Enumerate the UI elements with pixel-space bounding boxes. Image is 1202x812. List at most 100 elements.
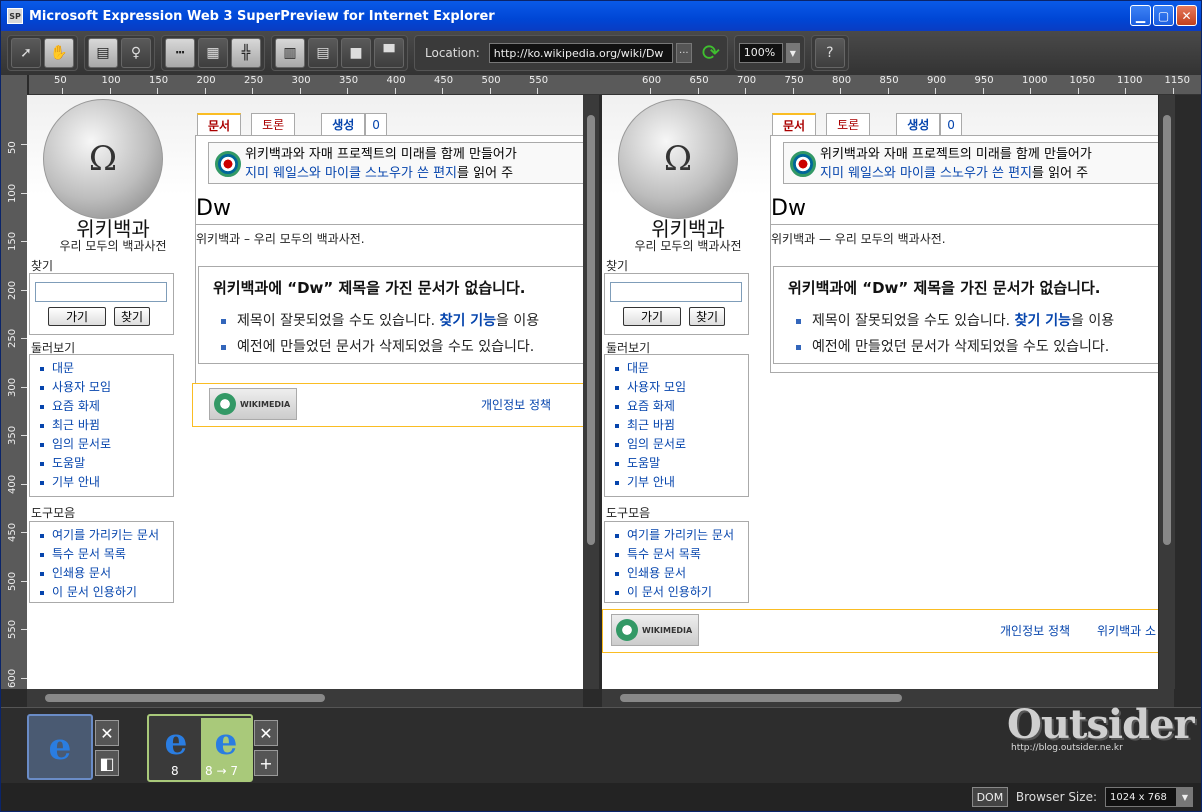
nav-item[interactable]: 임의 문서로 bbox=[30, 435, 173, 454]
baseline-browser-pane[interactable]: Ω 위키백과 우리 모두의 백과사전 찾기 가기 찾기 둘러보기 대문 사용자 … bbox=[27, 95, 583, 689]
maximize-button[interactable]: ▢ bbox=[1153, 5, 1174, 26]
tab-create[interactable]: 생성 bbox=[321, 113, 366, 135]
baseline-browser-thumb[interactable]: e bbox=[27, 714, 93, 780]
remove-browser-button[interactable]: ✕ bbox=[254, 720, 278, 746]
left-horizontal-scrollbar[interactable] bbox=[27, 689, 583, 707]
ie8-to-ie7-thumb[interactable]: e 8 → 7 bbox=[201, 718, 251, 780]
ruler-v-label: 100 bbox=[7, 183, 18, 203]
tools-item[interactable]: 여기를 가리키는 문서 bbox=[30, 526, 173, 545]
nav-item[interactable]: 대문 bbox=[30, 359, 173, 378]
search-feature-link[interactable]: 찾기 기능 bbox=[1015, 313, 1071, 329]
ruler-v-label: 400 bbox=[7, 474, 18, 494]
ruler-h-label: 350 bbox=[339, 75, 359, 86]
tools-item[interactable]: 특수 문서 목록 bbox=[605, 545, 748, 564]
wikipedia-globe-icon[interactable]: Ω bbox=[43, 99, 163, 219]
nav-item[interactable]: 도움말 bbox=[30, 454, 173, 473]
chevron-down-icon[interactable]: ▼ bbox=[785, 43, 800, 63]
tools-item[interactable]: 여기를 가리키는 문서 bbox=[605, 526, 748, 545]
tab-article[interactable]: 문서 bbox=[772, 113, 817, 135]
tab-talk[interactable]: 토론 bbox=[251, 113, 296, 135]
tools-label: 도구모음 bbox=[31, 506, 76, 520]
chevron-down-icon[interactable]: ▼ bbox=[1177, 787, 1193, 807]
page-layout-icon[interactable]: ▤ bbox=[88, 38, 118, 68]
help-icon[interactable]: ? bbox=[814, 38, 845, 68]
notice-link[interactable]: 지미 웨일스와 마이클 스노우가 쓴 편지 bbox=[820, 166, 1032, 181]
tools-item[interactable]: 이 문서 인용하기 bbox=[30, 583, 173, 602]
right-vertical-scrollbar[interactable] bbox=[1159, 95, 1175, 689]
ruler-v-label: 450 bbox=[7, 522, 18, 542]
go-button[interactable]: 가기 bbox=[623, 307, 681, 326]
notice-link[interactable]: 지미 웨일스와 마이클 스노우가 쓴 편지 bbox=[245, 166, 457, 181]
refresh-icon[interactable]: ⟳ bbox=[699, 41, 723, 66]
search-input[interactable] bbox=[35, 282, 167, 302]
nav-item[interactable]: 기부 안내 bbox=[605, 473, 748, 492]
nav-item[interactable]: 사용자 모임 bbox=[605, 378, 748, 397]
about-link[interactable]: 위키백과 소 bbox=[1097, 622, 1156, 639]
pan-hand-icon[interactable]: ✋ bbox=[44, 38, 74, 68]
nav-item[interactable]: 요즘 화제 bbox=[605, 397, 748, 416]
nav-item[interactable]: 기부 안내 bbox=[30, 473, 173, 492]
stacked-icon[interactable]: ▤ bbox=[308, 38, 338, 68]
baseline-swap-icon[interactable]: ◧ bbox=[95, 750, 119, 776]
location-group: Location: http://ko.wikipedia.org/wiki/D… bbox=[414, 35, 728, 71]
dom-button[interactable]: DOM bbox=[971, 787, 1008, 807]
ruler-h-label: 250 bbox=[244, 75, 264, 86]
ruler-v-label: 50 bbox=[7, 141, 18, 154]
search-button[interactable]: 찾기 bbox=[114, 307, 150, 326]
wikipedia-globe-icon[interactable]: Ω bbox=[618, 99, 738, 219]
search-portlet: 가기 찾기 bbox=[604, 273, 749, 335]
wikimedia-project-badge[interactable]: WIKIMEDIA bbox=[611, 614, 699, 646]
zoom-select[interactable]: 100% bbox=[738, 43, 783, 63]
page-footer: WIKIMEDIA 개인정보 정책 위키백과 소 bbox=[602, 609, 1158, 653]
side-by-side-icon[interactable]: ▥ bbox=[275, 38, 305, 68]
nav-item[interactable]: 최근 바뀜 bbox=[605, 416, 748, 435]
wiki-logo-subtitle: 우리 모두의 백과사전 bbox=[59, 239, 167, 253]
add-browser-button[interactable]: + bbox=[254, 750, 278, 776]
tools-item[interactable]: 인쇄용 문서 bbox=[605, 564, 748, 583]
close-button[interactable]: ✕ bbox=[1176, 5, 1197, 26]
ie8-thumb[interactable]: e 8 bbox=[151, 718, 201, 780]
nav-item[interactable]: 대문 bbox=[605, 359, 748, 378]
pointer-icon[interactable]: ➚ bbox=[11, 38, 41, 68]
guides-icon[interactable]: ╬ bbox=[231, 38, 261, 68]
search-feature-link[interactable]: 찾기 기능 bbox=[440, 313, 496, 329]
left-vertical-scrollbar[interactable] bbox=[583, 95, 599, 689]
tab-count[interactable]: 0 bbox=[365, 113, 387, 135]
privacy-link[interactable]: 개인정보 정책 bbox=[481, 396, 551, 413]
go-button[interactable]: 가기 bbox=[48, 307, 106, 326]
location-input[interactable]: http://ko.wikipedia.org/wiki/Dw bbox=[488, 43, 673, 63]
ruler-h-tick bbox=[394, 88, 396, 94]
nav-item[interactable]: 요즘 화제 bbox=[30, 397, 173, 416]
privacy-link[interactable]: 개인정보 정책 bbox=[1000, 622, 1070, 639]
baseline-close-button[interactable]: ✕ bbox=[95, 720, 119, 746]
ruler-h-tick bbox=[204, 88, 206, 94]
nav-item[interactable]: 최근 바뀜 bbox=[30, 416, 173, 435]
notice-line1: 위키백과와 자매 프로젝트의 미래를 함께 만들어가 bbox=[245, 147, 517, 162]
search-button[interactable]: 찾기 bbox=[689, 307, 725, 326]
minimize-button[interactable]: ▁ bbox=[1130, 5, 1151, 26]
tools-item[interactable]: 특수 문서 목록 bbox=[30, 545, 173, 564]
tools-label: 도구모음 bbox=[606, 506, 651, 520]
sitenotice: 위키백과와 자매 프로젝트의 미래를 함께 만들어가 지미 웨일스와 마이클 스… bbox=[783, 142, 1158, 184]
single-view-icon[interactable]: ■ bbox=[341, 38, 371, 68]
tab-article[interactable]: 문서 bbox=[197, 113, 242, 135]
comparison-browser-pane[interactable]: Ω 위키백과 우리 모두의 백과사전 찾기 가기 찾기 둘러보기 대문 사용자 … bbox=[602, 95, 1158, 689]
ruler-icon[interactable]: ┅ bbox=[165, 38, 195, 68]
tab-count[interactable]: 0 bbox=[940, 113, 962, 135]
tab-talk[interactable]: 토론 bbox=[826, 113, 871, 135]
lightbulb-icon[interactable]: ♀ bbox=[121, 38, 151, 68]
tab-create[interactable]: 생성 bbox=[896, 113, 941, 135]
search-input[interactable] bbox=[610, 282, 742, 302]
location-more-button[interactable]: ··· bbox=[675, 43, 692, 63]
nav-item[interactable]: 도움말 bbox=[605, 454, 748, 473]
tools-item[interactable]: 인쇄용 문서 bbox=[30, 564, 173, 583]
tools-item[interactable]: 이 문서 인용하기 bbox=[605, 583, 748, 602]
ie8-version: 8 bbox=[171, 764, 179, 778]
wikimedia-project-badge[interactable]: WIKIMEDIA bbox=[209, 388, 297, 420]
overlay-icon[interactable]: ▀ bbox=[374, 38, 404, 68]
nav-item[interactable]: 임의 문서로 bbox=[605, 435, 748, 454]
nav-item[interactable]: 사용자 모임 bbox=[30, 378, 173, 397]
ruler-h-label: 450 bbox=[434, 75, 454, 86]
grid-layout-icon[interactable]: ▦ bbox=[198, 38, 228, 68]
browser-size-select[interactable]: 1024 x 768 bbox=[1105, 787, 1177, 807]
